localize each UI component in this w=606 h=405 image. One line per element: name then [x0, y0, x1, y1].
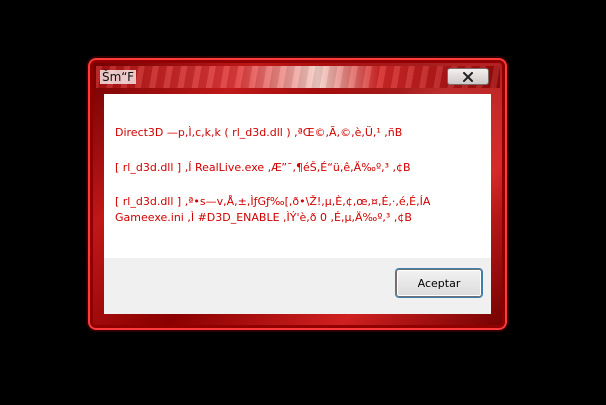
message-line-2: [ rl_d3d.dll ] ,Í RealLive.exe ,Æ”¯,¶éŠ,…: [115, 161, 411, 174]
title-bar[interactable]: [96, 66, 500, 88]
dialog-content-area: [104, 94, 491, 258]
accept-button[interactable]: Aceptar: [396, 269, 482, 297]
close-button[interactable]: [447, 68, 489, 85]
message-line-3: [ rl_d3d.dll ] ,ª•s—v,Å,±,ÌƒGƒ‰[,ð•\Ž!,µ…: [115, 195, 431, 208]
message-line-4: Gameexe.ini ,Ì #D3D_ENABLE ,ÌÝ'è,ð 0 ,É,…: [115, 211, 412, 224]
close-icon: [463, 71, 473, 82]
message-line-1: Direct3D —p,Ì,c,k,k ( rl_d3d.dll ) ,ªŒ©,…: [115, 126, 403, 139]
window-title: Šm“F: [100, 70, 137, 84]
